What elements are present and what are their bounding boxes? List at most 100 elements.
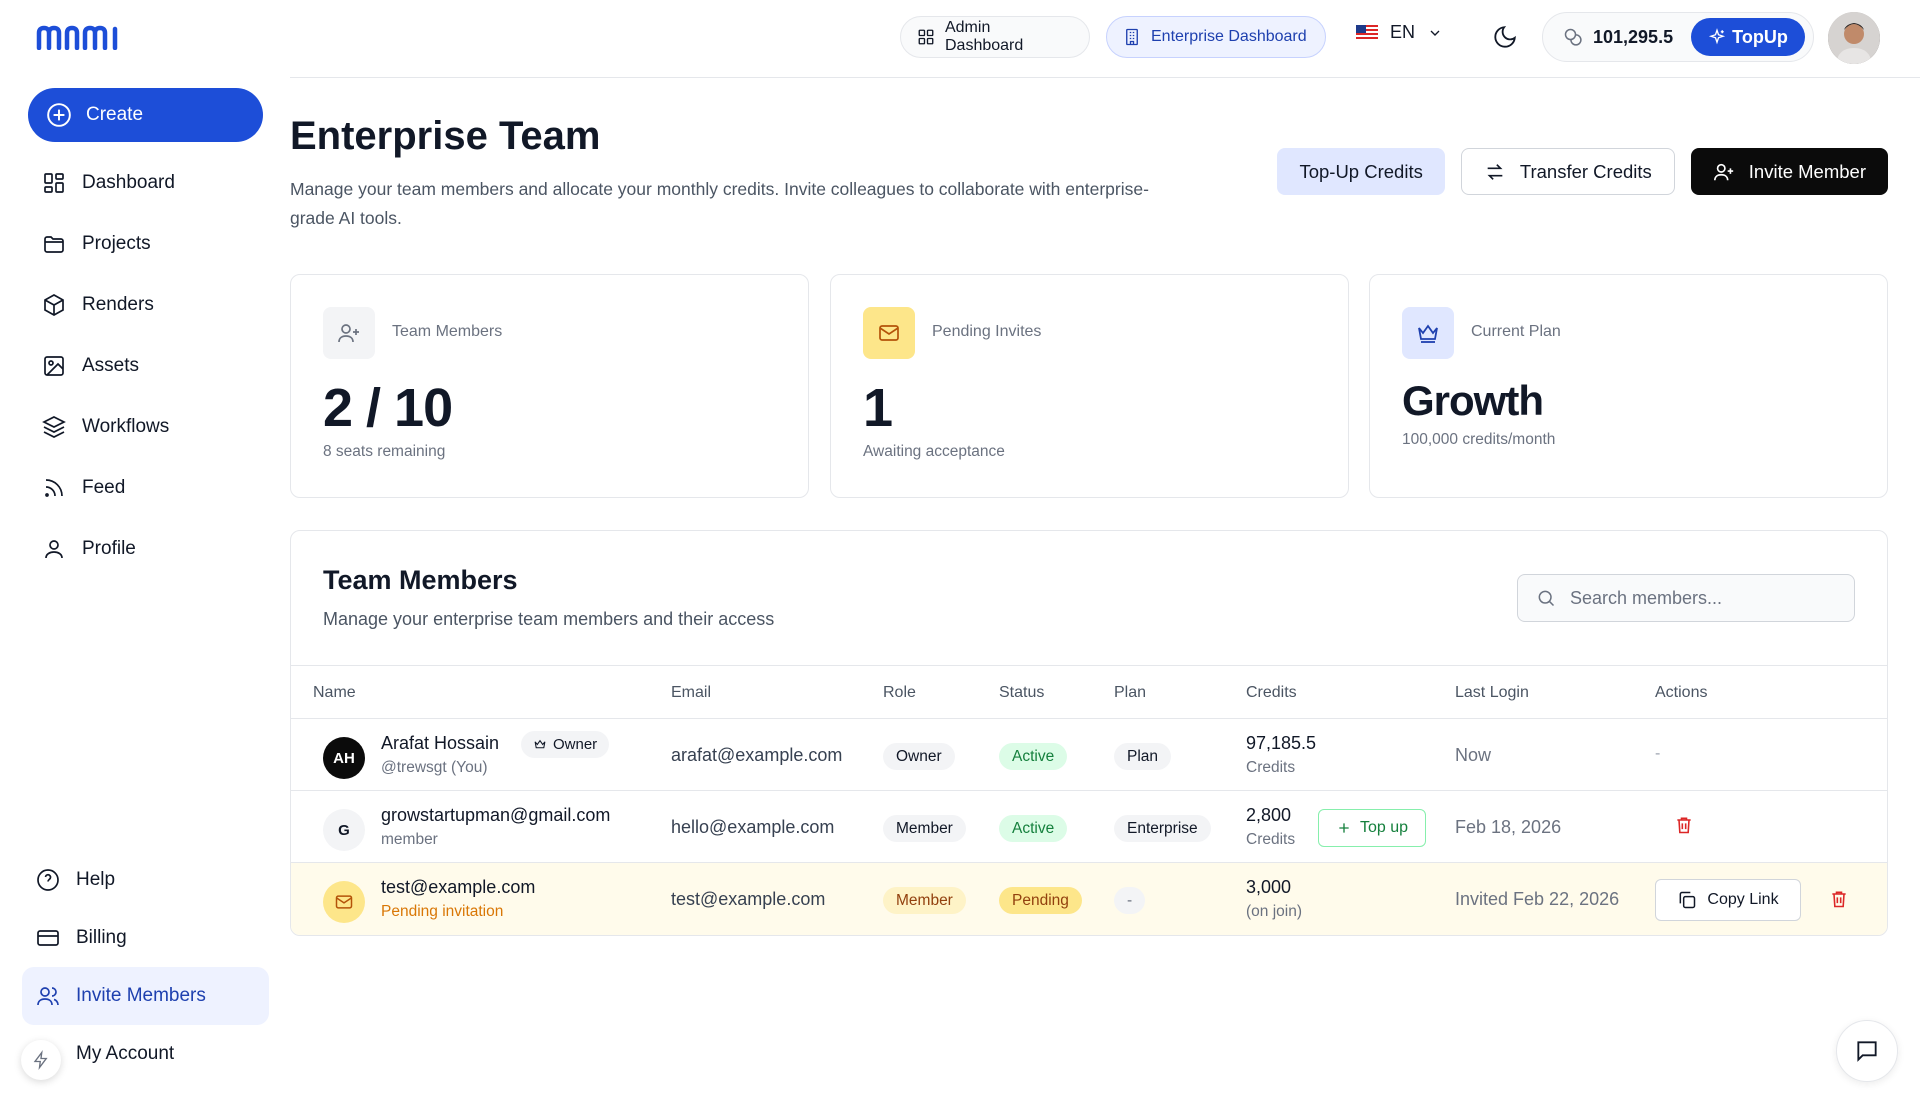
users-icon — [37, 987, 59, 1006]
admin-dashboard-button[interactable]: Admin Dashboard — [900, 16, 1090, 58]
crown-icon — [1418, 324, 1438, 343]
plus-icon — [1339, 823, 1349, 833]
stat-subtext: Awaiting acceptance — [863, 443, 1005, 460]
sidebar-item-profile[interactable]: Profile — [28, 518, 263, 579]
main-nav: Dashboard Projects Renders Assets Workfl… — [28, 152, 263, 579]
member-invited-date: Invited Feb 22, 2026 — [1455, 889, 1620, 909]
sidebar-item-renders[interactable]: Renders — [28, 274, 263, 335]
layers-icon — [42, 415, 66, 438]
member-topup-label: Top up — [1359, 819, 1409, 836]
member-avatar — [323, 881, 365, 923]
theme-toggle[interactable] — [1492, 24, 1518, 50]
user-plus-icon — [338, 324, 359, 343]
sidebar-item-label: Assets — [82, 354, 140, 376]
team-card-title: Team Members — [323, 565, 518, 595]
member-avatar: G — [323, 809, 365, 851]
member-avatar: AH — [323, 737, 365, 779]
enterprise-dashboard-button[interactable]: Enterprise Dashboard — [1106, 16, 1326, 58]
transfer-credits-label: Transfer Credits — [1519, 160, 1652, 182]
invite-member-button[interactable]: Invite Member — [1690, 148, 1888, 195]
member-last-login: Feb 18, 2026 — [1455, 817, 1562, 837]
stat-card-current-plan: Current Plan Growth 100,000 credits/mont… — [1369, 274, 1888, 498]
admin-dashboard-label: Admin Dashboard — [944, 19, 1024, 54]
help-icon — [37, 869, 59, 891]
sidebar-item-help[interactable]: Help — [22, 851, 269, 909]
sidebar-item-invite-members[interactable]: Invite Members — [22, 967, 269, 1025]
member-handle: @trewsgt (You) — [381, 759, 488, 776]
stat-label: Team Members — [392, 323, 503, 340]
column-header-name: Name — [313, 684, 356, 701]
mail-icon — [879, 325, 899, 341]
member-handle: Pending invitation — [381, 903, 504, 920]
sidebar-item-projects[interactable]: Projects — [28, 213, 263, 274]
create-button[interactable]: Create — [28, 88, 263, 142]
member-last-login: Now — [1455, 745, 1492, 765]
member-name: Arafat Hossain — [381, 733, 500, 753]
cube-icon — [44, 293, 64, 316]
stat-value: Growth — [1402, 377, 1544, 424]
delete-member-button[interactable] — [1674, 815, 1694, 835]
copy-link-button[interactable]: Copy Link — [1655, 879, 1801, 921]
chevron-down-icon — [1430, 30, 1440, 36]
column-header-role: Role — [883, 684, 916, 701]
member-topup-button[interactable]: Top up — [1318, 809, 1426, 847]
search-members[interactable] — [1517, 574, 1855, 622]
role-badge: Owner — [883, 743, 955, 770]
team-members-card: Team Members Manage your enterprise team… — [290, 530, 1888, 936]
stat-label: Pending Invites — [932, 323, 1042, 340]
language-selector[interactable]: EN — [1356, 22, 1443, 43]
table-header: Name Email Role Status Plan Credits Last… — [291, 665, 1887, 719]
credits-balance: 101,295.5 TopUp — [1542, 12, 1814, 62]
user-plus-icon — [1713, 163, 1733, 180]
column-header-last-login: Last Login — [1455, 684, 1529, 701]
dashboard-icon — [44, 172, 64, 193]
table-row-pending: test@example.com Pending invitation test… — [291, 863, 1887, 935]
sidebar-item-billing[interactable]: Billing — [22, 909, 269, 967]
sidebar-item-assets[interactable]: Assets — [28, 335, 263, 396]
sidebar-item-label: Dashboard — [82, 171, 175, 193]
chat-support-button[interactable] — [1836, 1020, 1898, 1082]
quick-action-badge[interactable] — [21, 1040, 61, 1080]
column-header-credits: Credits — [1246, 684, 1297, 701]
member-credits: 97,185.5 — [1246, 733, 1317, 753]
sidebar-item-label: Billing — [76, 927, 127, 948]
status-badge: Active — [999, 815, 1068, 842]
status-badge: Active — [999, 743, 1068, 770]
crown-icon — [534, 739, 546, 749]
plan-badge: Enterprise — [1114, 815, 1211, 842]
member-credits-unit: Credits — [1246, 831, 1296, 848]
sidebar-item-feed[interactable]: Feed — [28, 457, 263, 518]
search-input[interactable] — [1570, 587, 1830, 609]
sparkles-icon — [1709, 28, 1726, 45]
sidebar-item-workflows[interactable]: Workflows — [28, 396, 263, 457]
topup-credits-button[interactable]: Top-Up Credits — [1277, 148, 1445, 195]
top-bar: Admin Dashboard Enterprise Dashboard EN … — [290, 0, 1920, 78]
sidebar-item-label: Profile — [82, 537, 136, 559]
stat-value: 1 — [863, 378, 893, 438]
role-badge: Member — [883, 815, 966, 842]
member-name: test@example.com — [381, 877, 536, 897]
user-icon — [45, 539, 63, 558]
main-content: Enterprise Team Manage your team members… — [290, 78, 1920, 1102]
owner-tag-label: Owner — [553, 736, 598, 753]
create-button-label: Create — [86, 104, 144, 125]
stat-value: 2 / 10 — [323, 378, 453, 438]
brand-logo[interactable] — [36, 24, 134, 50]
folder-icon — [44, 235, 64, 253]
sidebar-item-label: Renders — [82, 293, 154, 315]
member-credits: 2,800 — [1246, 805, 1292, 825]
stat-label: Current Plan — [1471, 323, 1561, 340]
brand-logo-icon — [36, 25, 118, 50]
topup-button[interactable]: TopUp — [1691, 18, 1805, 56]
chat-icon — [1857, 1041, 1877, 1062]
delete-invite-button[interactable] — [1829, 889, 1849, 909]
status-badge: Pending — [999, 887, 1082, 914]
card-icon — [37, 930, 59, 946]
plus-circle-icon — [47, 103, 71, 127]
user-avatar[interactable] — [1828, 12, 1880, 64]
sidebar-item-dashboard[interactable]: Dashboard — [28, 152, 263, 213]
bolt-icon — [33, 1050, 48, 1070]
transfer-credits-button[interactable]: Transfer Credits — [1460, 148, 1675, 195]
coins-icon — [1564, 28, 1582, 46]
member-email: arafat@example.com — [671, 745, 843, 765]
